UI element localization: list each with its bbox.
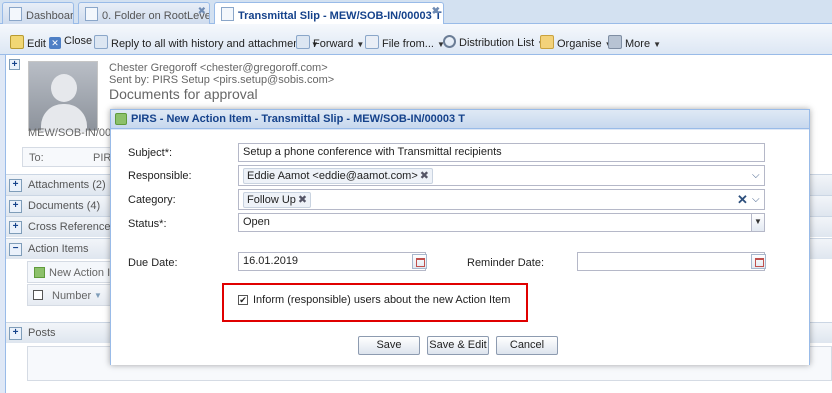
cancel-button[interactable]: Cancel: [496, 336, 558, 355]
file-from-label: File from...: [382, 38, 434, 50]
tab-dashboard[interactable]: Dashboard: [2, 2, 74, 24]
responsible-label: Responsible:: [128, 170, 192, 182]
remove-icon[interactable]: ✖: [420, 170, 429, 182]
chevron-down-icon[interactable]: ▼: [653, 40, 661, 49]
reply-all-label: Reply to all with history and attachment…: [111, 38, 308, 50]
new-action-item-button[interactable]: New Action Ite: [27, 261, 120, 283]
message-reference: MEW/SOB-IN/000: [28, 127, 118, 139]
sender-from: Chester Gregoroff <chester@gregoroff.com…: [109, 62, 328, 74]
reply-all-button[interactable]: Reply to all with history and attachment…: [94, 35, 319, 50]
reminder-date-label: Reminder Date:: [467, 257, 545, 269]
folder-icon: [85, 7, 98, 21]
category-chip[interactable]: Follow Up ✖: [243, 192, 312, 208]
to-row: To: PIR: [22, 147, 112, 167]
action-item-icon: [115, 113, 127, 125]
forward-label: Forward: [313, 38, 354, 50]
message-subject: Documents for approval: [109, 86, 258, 102]
close-button[interactable]: ✕ Close: [49, 35, 92, 49]
tab-label: 0. Folder on RootLevel: [102, 10, 210, 22]
expand-icon[interactable]: +: [9, 327, 22, 340]
category-label: Category:: [128, 194, 176, 206]
section-label: Documents (4): [28, 200, 101, 212]
distribution-icon: [443, 35, 456, 48]
edit-icon: [10, 35, 24, 49]
file-icon: [365, 35, 379, 49]
tab-label: Dashboard: [26, 10, 74, 22]
to-label: To:: [29, 152, 44, 164]
file-from-button[interactable]: File from... ▼: [365, 35, 445, 50]
avatar: [28, 61, 98, 132]
reminder-date-input[interactable]: [577, 252, 765, 271]
calendar-icon[interactable]: [412, 254, 427, 269]
number-column-header[interactable]: Number: [52, 290, 91, 302]
more-label: More: [625, 38, 651, 50]
distribution-list-label: Distribution List: [459, 37, 535, 49]
inform-users-label: Inform (responsible) users about the new…: [253, 294, 511, 306]
sender-sent-by: Sent by: PIRS Setup <pirs.setup@sobis.co…: [109, 74, 335, 86]
status-select[interactable]: Open: [238, 213, 765, 232]
responsible-chip-label: Eddie Aamot <eddie@aamot.com>: [247, 170, 418, 182]
to-value: PIR: [93, 152, 112, 164]
distribution-list-button[interactable]: Distribution List▼: [443, 35, 545, 49]
dialog-header: PIRS - New Action Item - Transmittal Sli…: [111, 110, 809, 129]
chevron-down-icon[interactable]: ⌵: [752, 170, 760, 181]
section-label: Posts: [28, 327, 56, 339]
expand-icon[interactable]: +: [9, 200, 22, 213]
responsible-field[interactable]: Eddie Aamot <eddie@aamot.com> ✖: [238, 165, 765, 186]
expand-icon[interactable]: +: [9, 59, 20, 70]
save-button[interactable]: Save: [358, 336, 420, 355]
subject-label: Subject*:: [128, 147, 173, 159]
close-icon[interactable]: ✖: [432, 6, 440, 17]
chevron-down-icon[interactable]: ▼: [356, 40, 364, 49]
category-field[interactable]: Follow Up ✖: [238, 189, 765, 210]
tab-transmittal-slip[interactable]: Transmittal Slip - MEW/SOB-IN/00003 T ✖: [214, 2, 444, 25]
chevron-down-icon[interactable]: ▼: [94, 291, 102, 300]
section-label: Action Items: [28, 243, 89, 255]
organise-label: Organise: [557, 38, 602, 50]
calendar-icon[interactable]: [751, 254, 766, 269]
section-label: Attachments (2): [28, 179, 106, 191]
responsible-chip[interactable]: Eddie Aamot <eddie@aamot.com> ✖: [243, 168, 433, 184]
subject-input[interactable]: Setup a phone conference with Transmitta…: [238, 143, 765, 162]
select-all-checkbox[interactable]: [33, 290, 43, 300]
close-icon[interactable]: ✖: [198, 6, 206, 17]
more-button[interactable]: More ▼: [608, 35, 661, 50]
tab-label: Transmittal Slip - MEW/SOB-IN/00003 T: [238, 10, 442, 22]
status-label: Status*:: [128, 218, 167, 230]
expand-icon[interactable]: +: [9, 179, 22, 192]
clear-icon[interactable]: ✕: [737, 192, 748, 208]
save-edit-button[interactable]: Save & Edit: [427, 336, 489, 355]
grid-header: Number ▼: [27, 284, 117, 306]
dialog-title: PIRS - New Action Item - Transmittal Sli…: [131, 113, 465, 125]
forward-button[interactable]: Forward ▼: [296, 35, 364, 50]
chevron-down-icon[interactable]: ⌵: [752, 194, 760, 205]
edit-label: Edit: [27, 38, 46, 50]
expand-icon[interactable]: +: [9, 221, 22, 234]
folder-icon: [540, 35, 554, 49]
tools-icon: [608, 35, 622, 49]
remove-icon[interactable]: ✖: [298, 194, 307, 206]
due-date-label: Due Date:: [128, 257, 178, 269]
category-chip-label: Follow Up: [247, 194, 296, 206]
close-icon: ✕: [49, 37, 61, 49]
chevron-down-icon: ▼: [754, 217, 762, 226]
organise-button[interactable]: Organise▼: [540, 35, 613, 50]
tab-folder[interactable]: 0. Folder on RootLevel ✖: [78, 2, 210, 24]
section-label: Cross References: [28, 221, 117, 233]
status-dropdown-trigger[interactable]: ▼: [751, 214, 764, 231]
new-action-item-label: New Action Ite: [49, 267, 120, 279]
reply-all-icon: [94, 35, 108, 49]
dashboard-icon: [9, 7, 22, 21]
forward-icon: [296, 35, 310, 49]
add-icon: [34, 267, 45, 278]
edit-button[interactable]: Edit: [10, 35, 46, 50]
due-date-input[interactable]: 16.01.2019: [238, 252, 426, 271]
close-label: Close: [64, 35, 93, 47]
collapse-icon[interactable]: −: [9, 243, 22, 256]
document-icon: [221, 7, 234, 21]
inform-users-checkbox[interactable]: ✔: [238, 295, 248, 305]
